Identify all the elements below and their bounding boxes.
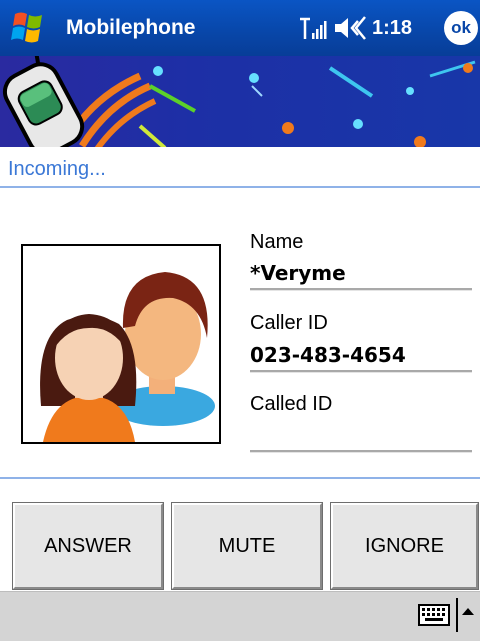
mute-button[interactable]: MUTE xyxy=(171,502,323,590)
keyboard-icon[interactable] xyxy=(418,603,450,627)
called-id-underline xyxy=(250,450,472,453)
ok-button[interactable]: ok xyxy=(444,11,478,45)
name-underline xyxy=(250,288,472,291)
call-status: Incoming... xyxy=(8,158,106,180)
divider xyxy=(456,598,458,632)
caller-id-label: Caller ID xyxy=(250,312,328,334)
app-title: Mobilephone xyxy=(66,16,196,39)
name-label: Name xyxy=(250,231,304,253)
header-banner xyxy=(0,56,480,147)
caller-id-underline xyxy=(250,370,472,373)
chevron-up-icon[interactable] xyxy=(462,608,474,615)
divider xyxy=(0,186,480,188)
contact-avatar xyxy=(21,244,221,444)
start-button[interactable] xyxy=(0,0,58,56)
banner-graphic xyxy=(2,56,476,147)
clock[interactable]: 1:18 xyxy=(372,17,432,40)
windows-flag-icon xyxy=(11,12,42,43)
contacts-icon xyxy=(40,272,215,442)
called-id-label: Called ID xyxy=(250,393,333,415)
signal-strength-icon[interactable] xyxy=(298,13,330,43)
title-bar: Mobilephone 1:18 ok xyxy=(0,0,480,56)
ignore-button[interactable]: IGNORE xyxy=(330,502,479,590)
name-value: *Veryme xyxy=(250,261,346,285)
menu-bar xyxy=(0,591,480,641)
caller-id-value: 023-483-4654 xyxy=(250,343,406,367)
speaker-icon[interactable] xyxy=(332,13,368,43)
divider xyxy=(0,477,480,479)
answer-button[interactable]: ANSWER xyxy=(12,502,164,590)
